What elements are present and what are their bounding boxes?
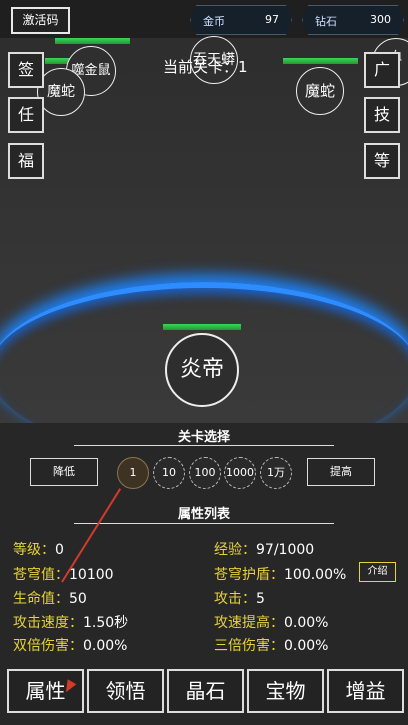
ad-button[interactable]: 广 [364,52,400,88]
step-1-button[interactable]: 1 [117,457,149,489]
raise-level-button[interactable]: 提高 [307,458,375,486]
gold-value: 97 [265,13,279,26]
divider [74,523,334,524]
hero-hp-bar [163,324,241,330]
sign-in-button[interactable]: 签 [8,52,44,88]
step-1000-button[interactable]: 1000 [224,457,256,489]
stat-double-damage: 双倍伤害：0.00% [13,638,128,654]
stat-hp: 生命值：50 [13,591,87,607]
skill-button[interactable]: 技 [364,97,400,133]
level-select-title: 关卡选择 [177,430,230,445]
lower-level-button[interactable]: 降低 [30,458,98,486]
stat-triple-damage: 三倍伤害：0.00% [214,638,329,654]
mob-demon-snake[interactable]: 魔蛇 [37,68,85,116]
tab-crystal[interactable]: 晶石 [167,669,244,713]
stat-attack: 攻击：5 [214,591,265,607]
attributes-title: 属性列表 [177,507,230,522]
diamond-counter: 钻石 300 [302,5,404,35]
step-10k-button[interactable]: 1万 [260,457,292,489]
mob-demon-snake-2[interactable]: 魔蛇 [296,67,344,115]
diamond-value: 300 [370,13,391,26]
stat-shield: 苍穹护盾：100.00% [214,567,347,583]
mob-hp-bar [283,58,358,64]
control-panel: 关卡选择 降低 1 10 100 1000 1万 提高 属性列表 等级：0 苍穹… [0,423,408,725]
tab-buff[interactable]: 增益 [327,669,404,713]
tab-comprehension[interactable]: 领悟 [87,669,164,713]
hero-avatar[interactable]: 炎帝 [165,333,239,407]
mob-hp-bar [55,38,130,44]
step-100-button[interactable]: 100 [189,457,221,489]
stat-attack-speed: 攻击速度：1.50秒 [13,615,129,631]
task-button[interactable]: 任 [8,97,44,133]
stat-level: 等级：0 [13,542,64,558]
stat-attack-speed-boost: 攻速提高：0.00% [214,615,329,631]
step-10-button[interactable]: 10 [153,457,185,489]
welfare-button[interactable]: 福 [8,143,44,179]
current-stage-label: 当前关卡：1 [163,58,248,76]
rank-button[interactable]: 等 [364,143,400,179]
divider [74,445,334,446]
diamond-label: 钻石 [315,15,337,28]
gold-label: 金币 [203,15,225,28]
activation-code-button[interactable]: 激活码 [11,7,70,34]
stat-exp: 经验：97/1000 [214,542,315,558]
intro-button[interactable]: 介绍 [359,562,396,582]
tab-treasure[interactable]: 宝物 [247,669,324,713]
gold-counter: 金币 97 [190,5,292,35]
battle-scene: 激活码 金币 97 钻石 300 噬金鼠 魔蛇 吞天蟒 魔蛇 血 当前关卡：1 … [0,0,408,423]
